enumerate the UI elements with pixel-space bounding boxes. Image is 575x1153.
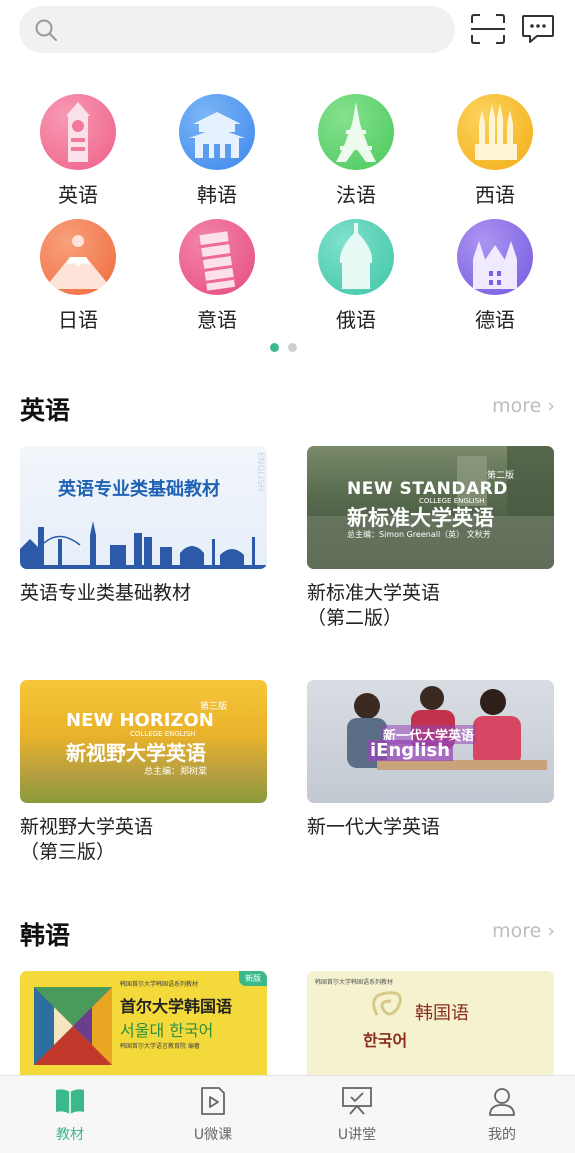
language-label: 意语 (197, 308, 237, 332)
book-title: 英语专业类基础教材 (20, 582, 192, 604)
tab-micro-lessons[interactable]: U微课 (168, 1086, 258, 1144)
cover-brand: iEnglish (367, 740, 454, 761)
section-header-english: 英语 more › (0, 391, 575, 431)
tab-textbooks[interactable]: 教材 (25, 1086, 115, 1144)
tab-label: 教材 (56, 1127, 84, 1143)
more-label: more (492, 395, 542, 417)
video-icon (201, 1087, 225, 1115)
more-link[interactable]: more › (492, 920, 555, 942)
book-cover: 英语专业类基础教材 ENGLISH (20, 446, 267, 569)
cover-side-text: ENGLISH (255, 452, 265, 492)
language-korean[interactable]: 韩语 (157, 94, 277, 214)
cover-badge: 新版 (239, 971, 267, 986)
tab-label: U微课 (193, 1127, 233, 1143)
page-indicator (270, 337, 306, 356)
tab-label: 我的 (488, 1127, 516, 1143)
swirl-ornament-icon (372, 991, 402, 1016)
search-input[interactable] (19, 6, 455, 53)
book-card[interactable]: 第二版 NEW STANDARD COLLEGE ENGLISH 新标准大学英语… (307, 446, 554, 631)
cover-title: 首尔大学韩国语 (120, 997, 233, 1016)
language-english[interactable]: 英语 (18, 94, 138, 214)
language-label: 德语 (475, 308, 515, 332)
section-title: 韩语 (20, 921, 71, 950)
book-card[interactable]: 第三版 NEW HORIZON COLLEGE ENGLISH 新视野大学英语 … (20, 680, 267, 865)
book-card[interactable]: 韩国首尔大学韩国语系列教材 韩国语 한국어 (307, 971, 554, 1075)
more-link[interactable]: more › (492, 395, 555, 417)
chevron-right-icon: › (547, 395, 555, 417)
book-title: 新标准大学英语 （第二版） (307, 582, 441, 629)
section-title: 英语 (20, 396, 71, 425)
cover-korean-title: 한국어 (363, 1031, 408, 1050)
language-label: 日语 (58, 308, 98, 332)
page-dot[interactable] (288, 343, 297, 352)
cover-title: 韩国语 (415, 1003, 469, 1024)
mount-fuji-icon (40, 219, 116, 295)
section-header-korean: 韩语 more › (0, 916, 575, 956)
language-russian[interactable]: 俄语 (296, 219, 416, 339)
language-japanese[interactable]: 日语 (18, 219, 138, 339)
language-spanish[interactable]: 西语 (435, 94, 555, 214)
profile-icon (489, 1088, 515, 1116)
language-italian[interactable]: 意语 (157, 219, 277, 339)
tab-profile[interactable]: 我的 (457, 1086, 547, 1144)
chevron-right-icon: › (547, 920, 555, 942)
language-label: 英语 (58, 183, 98, 207)
book-icon (56, 1089, 84, 1114)
sagrada-familia-icon (457, 94, 533, 170)
cover-publisher: 韩国首尔大学语言教育院 编著 (120, 1043, 200, 1050)
cover-brand: NEW HORIZON (66, 710, 214, 731)
book-cover: 韩国首尔大学韩国语系列教材 首尔大学韩国语 서울대 한국어 韩国首尔大学语言教育… (20, 971, 267, 1075)
language-label: 俄语 (336, 308, 376, 332)
book-cover: 韩国首尔大学韩国语系列教材 韩国语 한국어 (307, 971, 554, 1075)
palace-icon (179, 94, 255, 170)
pisa-tower-icon (179, 219, 255, 295)
tab-lecture-hall[interactable]: U讲堂 (312, 1086, 402, 1144)
book-card[interactable]: 新一代大学英语 iEnglish 新一代大学英语 (307, 680, 554, 840)
message-icon[interactable] (521, 13, 555, 45)
cover-series: 韩国首尔大学韩国语系列教材 (120, 981, 199, 988)
page-dot-active[interactable] (270, 343, 279, 352)
cover-title: 英语专业类基础教材 (58, 479, 220, 500)
eiffel-tower-icon (318, 94, 394, 170)
book-card[interactable]: 英语专业类基础教材 ENGLISH 英语专业类基础教材 (20, 446, 267, 606)
book-cover: 第二版 NEW STANDARD COLLEGE ENGLISH 新标准大学英语… (307, 446, 554, 569)
cover-title: 新标准大学英语 (347, 506, 494, 530)
skyline-icon (20, 521, 267, 569)
lecture-icon (342, 1087, 372, 1115)
more-label: more (492, 920, 542, 942)
cover-brand: NEW STANDARD (347, 479, 508, 499)
language-label: 法语 (336, 183, 376, 207)
book-title: 新一代大学英语 (307, 816, 441, 838)
castle-icon (457, 219, 533, 295)
big-ben-icon (40, 94, 116, 170)
onion-dome-icon (318, 219, 394, 295)
scan-icon[interactable] (470, 13, 506, 45)
search-icon (35, 19, 57, 41)
quilt-pattern-icon (34, 987, 112, 1065)
book-cover: 第三版 NEW HORIZON COLLEGE ENGLISH 新视野大学英语 … (20, 680, 267, 803)
cover-editor: 总主编：郑树棠 (144, 767, 208, 777)
language-german[interactable]: 德语 (435, 219, 555, 339)
language-french[interactable]: 法语 (296, 94, 416, 214)
bottom-nav: 教材 U微课 U讲堂 我的 (0, 1075, 575, 1153)
cover-korean-title: 서울대 한국어 (120, 1021, 214, 1040)
top-bar (0, 0, 575, 62)
language-label: 韩语 (197, 183, 237, 207)
book-cover: 新一代大学英语 iEnglish (307, 680, 554, 803)
cover-editor: 总主编：Simon Greenall（英） 文秋芳 (347, 530, 491, 539)
tab-label: U讲堂 (337, 1127, 377, 1143)
book-title: 新视野大学英语 （第三版） (20, 816, 154, 863)
cover-title: 新视野大学英语 (66, 741, 206, 765)
language-label: 西语 (475, 183, 515, 207)
book-card[interactable]: 韩国首尔大学韩国语系列教材 首尔大学韩国语 서울대 한국어 韩国首尔大学语言教育… (20, 971, 267, 1075)
